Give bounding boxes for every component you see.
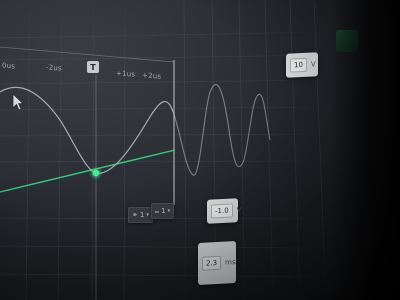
channel-select-label: 1 — [139, 211, 145, 219]
chevron-down-icon: ▾ — [167, 208, 171, 214]
chevron-down-icon: ▾ — [146, 212, 149, 218]
channel-select-button[interactable]: ⚭ 1 ▾ — [128, 207, 153, 223]
trigger-select-button[interactable]: ⫭ 1 ▾ — [151, 203, 175, 219]
offset-value[interactable]: -1.0 — [211, 203, 233, 219]
oscilloscope-display: 0us -2us T +1us +2us 10 V -1.0 V 2.3 ms … — [0, 0, 400, 300]
offset-unit: V — [236, 206, 242, 215]
trigger-point[interactable] — [92, 169, 100, 177]
time-label-2: +1us — [116, 69, 136, 79]
grid — [0, 0, 331, 300]
voltage-scale-value[interactable]: 10 — [290, 57, 307, 73]
link-icon: ⚭ — [132, 211, 138, 219]
trigger-level-line[interactable] — [0, 149, 176, 193]
time-scale-value[interactable]: 2.3 — [202, 255, 222, 271]
time-label-3: +2us — [142, 71, 162, 81]
time-scale-unit: ms — [225, 258, 236, 267]
trigger-select-label: 1 — [161, 207, 166, 215]
channel-indicator-tab[interactable] — [336, 30, 358, 52]
voltage-scale-control[interactable]: 10 V — [286, 52, 318, 78]
voltage-scale-unit: V — [310, 60, 316, 69]
trigger-edge-icon: ⫭ — [155, 206, 160, 215]
offset-control[interactable]: -1.0 V — [207, 198, 241, 224]
time-scale-control[interactable]: 2.3 ms — [198, 241, 236, 285]
trigger-time-marker[interactable]: T — [87, 61, 99, 73]
time-label-0: 0us — [2, 61, 16, 71]
waveform-trace — [0, 86, 176, 174]
mouse-cursor-icon — [12, 93, 24, 111]
time-label-1: -2us — [46, 63, 62, 73]
